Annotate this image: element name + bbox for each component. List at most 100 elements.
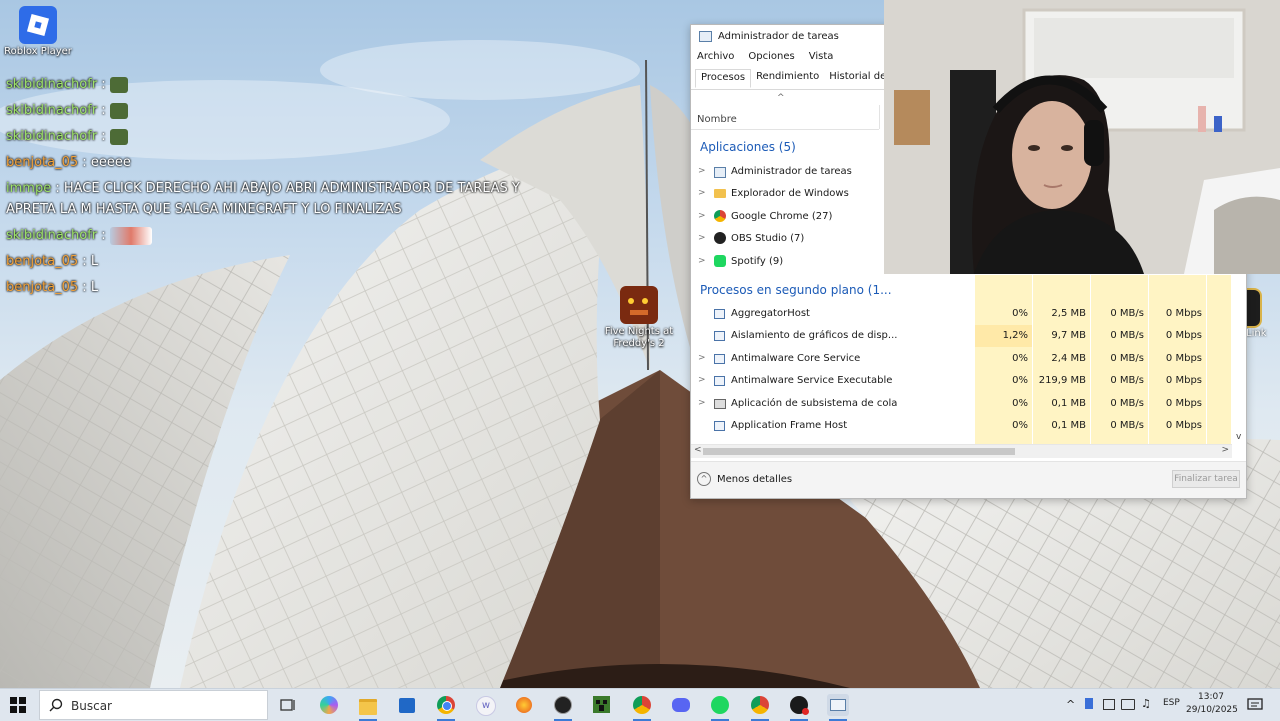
end-task-button[interactable]: Finalizar tarea bbox=[1172, 470, 1240, 488]
search-placeholder: Buscar bbox=[71, 699, 112, 713]
menu-bar: Archivo Opciones Vista bbox=[697, 51, 833, 62]
discord-icon[interactable] bbox=[670, 694, 692, 716]
taskbar-search-box[interactable]: Buscar bbox=[39, 690, 268, 720]
taskbar: Buscar w ^ ♫ ESP 13:07 29/10/2025 bbox=[0, 688, 1280, 721]
expand-chevron-icon[interactable]: > bbox=[698, 353, 706, 363]
network-value: 0 Mbps bbox=[1165, 375, 1202, 386]
process-row[interactable]: Application Frame Host 0% 0,1 MB 0 MB/s … bbox=[691, 415, 1232, 437]
tray-chevron-up-icon[interactable]: ^ bbox=[1066, 698, 1075, 711]
chat-text: L bbox=[90, 280, 99, 295]
process-row[interactable]: AggregatorHost 0% 2,5 MB 0 MB/s 0 Mbps bbox=[691, 303, 1232, 325]
chrome-taskbar-icon[interactable] bbox=[435, 694, 457, 721]
memory-value: 2,4 MB bbox=[1051, 353, 1086, 364]
windows-start-icon[interactable] bbox=[10, 697, 26, 713]
network-value: 0 Mbps bbox=[1165, 420, 1202, 431]
chat-message: benjota_05 : L bbox=[6, 254, 99, 269]
task-manager-taskbar-icon[interactable] bbox=[827, 694, 849, 721]
process-name: Aplicación de subsistema de cola bbox=[731, 398, 898, 409]
copilot-icon[interactable] bbox=[318, 694, 340, 716]
roblox-player-desktop-icon[interactable]: Roblox Player bbox=[0, 6, 76, 58]
sun-app-icon[interactable] bbox=[513, 694, 535, 716]
network-value: 0 Mbps bbox=[1165, 308, 1202, 319]
obs-recording-icon[interactable] bbox=[788, 694, 810, 721]
memory-value: 0,1 MB bbox=[1051, 398, 1086, 409]
disk-value: 0 MB/s bbox=[1110, 420, 1144, 431]
memory-value: 0,1 MB bbox=[1051, 420, 1086, 431]
taskmanager-icon bbox=[714, 167, 726, 178]
chat-username: skibidinachofr bbox=[6, 228, 98, 243]
service-icon bbox=[714, 421, 725, 431]
horizontal-scrollbar[interactable]: < > bbox=[691, 444, 1232, 458]
expand-chevron-icon[interactable]: > bbox=[698, 211, 706, 221]
tab-procesos[interactable]: Procesos bbox=[695, 69, 752, 88]
header-divider bbox=[691, 129, 879, 130]
tab-rendimiento[interactable]: Rendimiento bbox=[751, 69, 824, 88]
file-explorer-icon[interactable] bbox=[357, 694, 379, 721]
expand-chevron-icon[interactable]: > bbox=[698, 256, 706, 266]
process-row[interactable]: > Antimalware Core Service 0% 2,4 MB 0 M… bbox=[691, 348, 1232, 370]
chat-message: immpe : HACE CLICK DERECHO AHI ABAJO ABR… bbox=[6, 181, 520, 217]
obs-taskbar-icon[interactable] bbox=[552, 694, 574, 721]
process-row[interactable]: Aislamiento de gráficos de disp... 1,2% … bbox=[691, 325, 1232, 347]
chrome-alt-icon[interactable] bbox=[749, 694, 771, 721]
scroll-left-icon[interactable]: < bbox=[694, 445, 702, 455]
process-name: Aislamiento de gráficos de disp... bbox=[731, 330, 898, 341]
menu-vista[interactable]: Vista bbox=[809, 51, 834, 62]
desktop-icon-label: Link bbox=[1246, 328, 1267, 339]
memory-value: 2,5 MB bbox=[1051, 308, 1086, 319]
tray-app-icon[interactable] bbox=[1085, 698, 1093, 712]
expand-chevron-icon[interactable]: > bbox=[698, 375, 706, 385]
desktop-icon-label: Five Nights at Freddy's 2 bbox=[604, 326, 674, 349]
scrollbar-thumb[interactable] bbox=[703, 448, 1015, 455]
stream-chat-overlay: skibidinachofr : skibidinachofr : skibid… bbox=[6, 72, 536, 301]
process-name: Application Frame Host bbox=[731, 420, 848, 431]
process-name: Administrador de tareas bbox=[731, 166, 852, 177]
less-details-button[interactable]: ^ Menos detalles bbox=[697, 472, 792, 486]
disk-value: 0 MB/s bbox=[1110, 308, 1144, 319]
clock[interactable]: 13:07 29/10/2025 bbox=[1186, 691, 1238, 717]
expand-chevron-icon[interactable]: > bbox=[698, 233, 706, 243]
partial-desktop-icon[interactable]: Link bbox=[1244, 282, 1280, 342]
process-name: Spotify (9) bbox=[731, 256, 784, 267]
frog-emote-icon bbox=[109, 102, 128, 119]
expand-chevron-icon[interactable]: > bbox=[698, 166, 706, 176]
language-indicator[interactable]: ESP bbox=[1163, 698, 1180, 708]
less-details-label: Menos detalles bbox=[717, 473, 793, 485]
process-row[interactable]: > Aplicación de subsistema de cola 0% 0,… bbox=[691, 393, 1232, 415]
microsoft-store-icon[interactable] bbox=[396, 694, 418, 716]
chat-username: benjota_05 bbox=[6, 254, 79, 269]
spotify-taskbar-icon[interactable] bbox=[709, 694, 731, 721]
task-view-icon[interactable] bbox=[277, 694, 299, 716]
tray-network-icon[interactable] bbox=[1121, 699, 1135, 713]
minecraft-icon[interactable] bbox=[591, 694, 613, 716]
expand-chevron-icon[interactable]: > bbox=[698, 398, 706, 408]
scroll-right-icon[interactable]: > bbox=[1221, 445, 1229, 455]
process-row[interactable]: > Antimalware Service Executable 0% 219,… bbox=[691, 370, 1232, 392]
window-titlebar[interactable]: Administrador de tareas bbox=[699, 31, 839, 42]
chrome-profile-icon[interactable] bbox=[631, 694, 653, 721]
window-footer: ^ Menos detalles Finalizar tarea bbox=[691, 461, 1246, 498]
fnaf2-desktop-icon[interactable]: Five Nights at Freddy's 2 bbox=[601, 286, 677, 350]
volume-icon[interactable]: ♫ bbox=[1141, 697, 1151, 710]
frog-emote-icon bbox=[109, 76, 128, 93]
memory-value: 9,7 MB bbox=[1051, 330, 1086, 341]
cpu-value: 0% bbox=[1012, 420, 1028, 431]
column-divider[interactable] bbox=[879, 105, 880, 129]
chat-message: skibidinachofr : bbox=[6, 223, 536, 249]
tray-device-icon[interactable] bbox=[1103, 699, 1115, 713]
chat-message: benjota_05 : eeeee bbox=[6, 155, 131, 170]
menu-archivo[interactable]: Archivo bbox=[697, 51, 734, 62]
expand-chevron-icon[interactable]: > bbox=[698, 188, 706, 198]
chat-username: skibidinachofr bbox=[6, 103, 98, 118]
scroll-down-icon[interactable]: v bbox=[1236, 432, 1241, 442]
chat-message: skibidinachofr : bbox=[6, 72, 536, 98]
process-name: Google Chrome (27) bbox=[731, 211, 833, 222]
notification-icon[interactable] bbox=[1247, 697, 1263, 717]
chat-message: benjota_05 : L bbox=[6, 280, 99, 295]
menu-opciones[interactable]: Opciones bbox=[748, 51, 794, 62]
sort-up-icon[interactable]: ^ bbox=[777, 93, 785, 103]
wps-writer-icon[interactable]: w bbox=[474, 694, 496, 716]
chrome-icon bbox=[714, 210, 726, 222]
column-header-nombre[interactable]: Nombre bbox=[697, 114, 737, 125]
search-icon bbox=[49, 698, 63, 712]
